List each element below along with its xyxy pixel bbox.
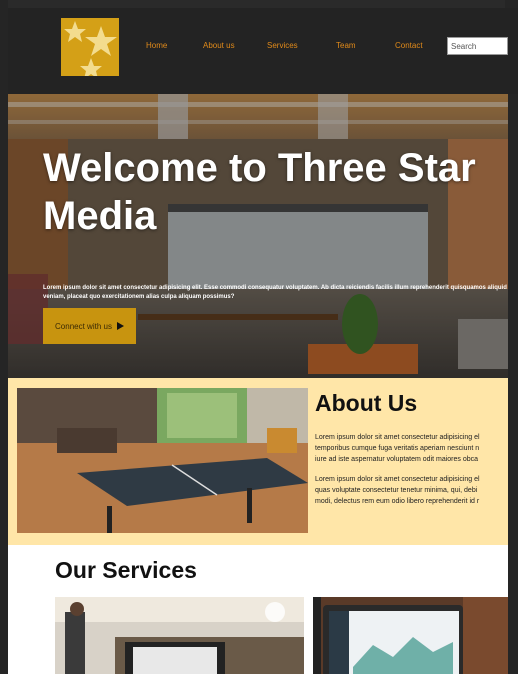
connect-button-label: Connect with us xyxy=(55,321,112,331)
ping-pong-room-image xyxy=(17,388,308,533)
service-image-analytics xyxy=(313,597,508,674)
nav-link-team[interactable]: Team xyxy=(336,41,356,50)
nav-link-home[interactable]: Home xyxy=(146,41,167,50)
logo[interactable] xyxy=(61,18,119,76)
about-paragraph-1: Lorem ipsum dolor sit amet consectetur a… xyxy=(315,432,508,465)
about-p1-line: iure ad iste aspernatur voluptatem odit … xyxy=(315,456,479,463)
about-p2-line: modi, delectus rem eum odio libero repre… xyxy=(315,498,480,505)
services-section: Our Services xyxy=(8,545,508,674)
about-title: About Us xyxy=(315,390,418,416)
about-section: About Us Lorem ipsum dolor sit amet cons… xyxy=(8,378,508,545)
service-image-office xyxy=(55,597,304,674)
three-star-logo-icon xyxy=(61,18,119,76)
connect-button[interactable]: Connect with us xyxy=(43,308,136,344)
hero-description: Lorem ipsum dolor sit amet consectetur a… xyxy=(43,285,507,300)
nav-link-about-us[interactable]: About us xyxy=(203,41,235,50)
nav-link-contact[interactable]: Contact xyxy=(395,41,423,50)
about-p2-line: quas voluptate consectetur tenetur minim… xyxy=(315,487,478,494)
hero-title: Welcome to Three Star Media xyxy=(43,146,476,238)
nav-link-services[interactable]: Services xyxy=(267,41,298,50)
play-arrow-icon xyxy=(116,322,124,330)
hero-section: Welcome to Three Star Media Lorem ipsum … xyxy=(8,94,508,378)
about-paragraph-2: Lorem ipsum dolor sit amet consectetur a… xyxy=(315,474,508,507)
about-p1-line: temporibus cumque fuga veritatis aperiam… xyxy=(315,445,480,452)
services-title: Our Services xyxy=(55,557,197,583)
about-p1-line: Lorem ipsum dolor sit amet consectetur a… xyxy=(315,434,480,441)
page-top-strip xyxy=(8,0,505,8)
search-input[interactable] xyxy=(447,37,508,55)
about-p2-line: Lorem ipsum dolor sit amet consectetur a… xyxy=(315,476,480,483)
navbar: Home About us Services Team Contact xyxy=(8,8,518,94)
